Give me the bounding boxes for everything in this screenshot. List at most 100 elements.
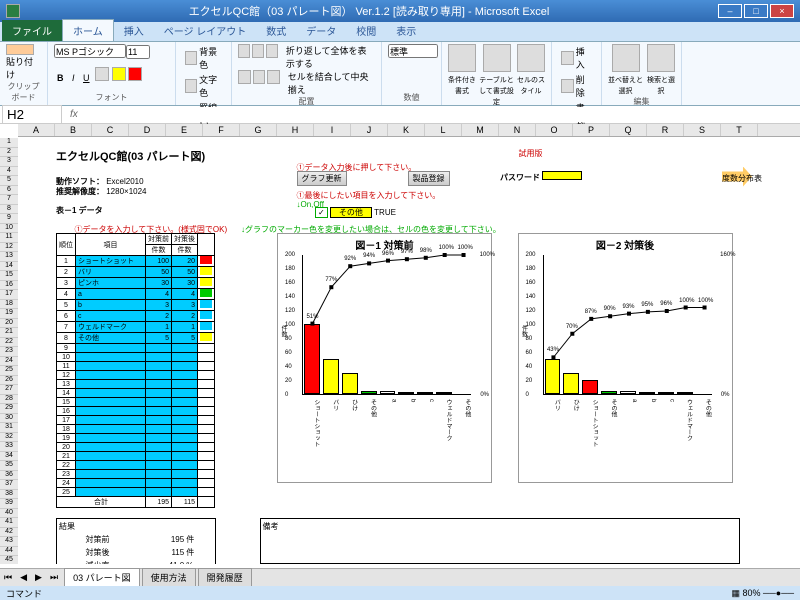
font-select[interactable] <box>54 44 126 58</box>
row-header[interactable]: 22 <box>0 338 18 348</box>
table-row[interactable]: 18 <box>57 425 215 434</box>
row-header[interactable]: 2 <box>0 148 18 158</box>
close-button[interactable]: × <box>770 4 794 18</box>
underline-button[interactable]: U <box>80 72 93 84</box>
italic-button[interactable]: I <box>69 72 78 84</box>
paste-icon[interactable] <box>6 44 34 55</box>
col-header[interactable]: C <box>92 124 129 136</box>
row-header[interactable]: 1 <box>0 138 18 148</box>
fontcolor-icon[interactable] <box>128 67 142 81</box>
row-header[interactable]: 16 <box>0 281 18 291</box>
col-header[interactable]: J <box>351 124 388 136</box>
row-header[interactable]: 20 <box>0 319 18 329</box>
condfmt-icon[interactable] <box>448 44 476 72</box>
col-header[interactable]: M <box>462 124 499 136</box>
fill-icon[interactable] <box>112 67 126 81</box>
zoom-slider[interactable]: ──●── <box>763 588 794 598</box>
table-row[interactable]: 1ショートショット10020 <box>57 256 215 267</box>
row-header[interactable]: 27 <box>0 385 18 395</box>
table-row[interactable]: 8その他55 <box>57 333 215 344</box>
tab-review[interactable]: 校閲 <box>346 20 386 41</box>
register-button[interactable]: 製品登録 <box>408 171 450 186</box>
sort-icon[interactable] <box>612 44 640 72</box>
row-header[interactable]: 42 <box>0 528 18 538</box>
sheet-tab-2[interactable]: 使用方法 <box>142 568 196 587</box>
row-header[interactable]: 29 <box>0 404 18 414</box>
col-header[interactable]: T <box>721 124 758 136</box>
tab-home[interactable]: ホーム <box>62 19 114 41</box>
row-header[interactable]: 6 <box>0 186 18 196</box>
tab-data[interactable]: データ <box>296 20 346 41</box>
table-row[interactable]: 19 <box>57 434 215 443</box>
align-tr-icon[interactable] <box>266 44 278 58</box>
align-br-icon[interactable] <box>267 70 280 84</box>
align-tl-icon[interactable] <box>238 44 250 58</box>
row-header[interactable]: 3 <box>0 157 18 167</box>
view-normal-icon[interactable]: ▦ <box>731 588 740 598</box>
fgcolor-button[interactable]: 文字色 <box>182 72 225 100</box>
table-row[interactable]: 25 <box>57 488 215 497</box>
table-row[interactable]: 4a44 <box>57 289 215 300</box>
col-header[interactable]: H <box>277 124 314 136</box>
tab-insert[interactable]: 挿入 <box>114 20 154 41</box>
name-box[interactable] <box>2 105 62 124</box>
table-row[interactable]: 21 <box>57 452 215 461</box>
row-header[interactable]: 38 <box>0 490 18 500</box>
cellstyle-icon[interactable] <box>517 44 545 72</box>
align-bl-icon[interactable] <box>238 70 251 84</box>
row-header[interactable]: 35 <box>0 461 18 471</box>
col-header[interactable]: Q <box>610 124 647 136</box>
row-header[interactable]: 30 <box>0 414 18 424</box>
pw-field[interactable] <box>542 171 582 180</box>
col-header[interactable]: L <box>425 124 462 136</box>
row-header[interactable]: 13 <box>0 252 18 262</box>
row-header[interactable]: 17 <box>0 290 18 300</box>
row-header[interactable]: 39 <box>0 499 18 509</box>
table-row[interactable]: 17 <box>57 416 215 425</box>
table-row[interactable]: 10 <box>57 353 215 362</box>
row-header[interactable]: 11 <box>0 233 18 243</box>
fx-icon[interactable]: fx <box>64 109 84 120</box>
row-header[interactable]: 37 <box>0 480 18 490</box>
bgcolor-button[interactable]: 背景色 <box>182 44 225 72</box>
sheet-nav-first[interactable]: ⏮ <box>0 572 16 583</box>
table-row[interactable]: 22 <box>57 461 215 470</box>
row-header[interactable]: 18 <box>0 300 18 310</box>
table-row[interactable]: 20 <box>57 443 215 452</box>
other-field[interactable]: その他 <box>330 207 372 218</box>
row-header[interactable]: 32 <box>0 433 18 443</box>
col-header[interactable]: R <box>647 124 684 136</box>
table-row[interactable]: 15 <box>57 398 215 407</box>
update-button[interactable]: グラフ更新 <box>297 171 347 186</box>
row-header[interactable]: 45 <box>0 556 18 564</box>
numfmt-select[interactable] <box>388 44 438 58</box>
sheet-nav-next[interactable]: ▶ <box>31 572 46 583</box>
table-row[interactable]: 7ウェルドマーク11 <box>57 322 215 333</box>
row-header[interactable]: 36 <box>0 471 18 481</box>
table-row[interactable]: 2バリ5050 <box>57 267 215 278</box>
col-header[interactable]: I <box>314 124 351 136</box>
row-header[interactable]: 21 <box>0 328 18 338</box>
tab-view[interactable]: 表示 <box>386 20 426 41</box>
table-row[interactable]: 6c22 <box>57 311 215 322</box>
row-header[interactable]: 43 <box>0 537 18 547</box>
row-header[interactable]: 24 <box>0 357 18 367</box>
border-icon[interactable] <box>95 67 109 81</box>
wrap-button[interactable]: 折り返して全体を表示する <box>286 44 375 70</box>
row-header[interactable]: 40 <box>0 509 18 519</box>
sheet-tab-3[interactable]: 開発履歴 <box>198 568 252 587</box>
row-header[interactable]: 14 <box>0 262 18 272</box>
sheet-nav-last[interactable]: ⏭ <box>46 572 62 583</box>
row-header[interactable]: 4 <box>0 167 18 177</box>
insert-button[interactable]: 挿入 <box>558 44 595 72</box>
col-header[interactable]: D <box>129 124 166 136</box>
col-header[interactable]: E <box>166 124 203 136</box>
table-row[interactable]: 16 <box>57 407 215 416</box>
row-header[interactable]: 9 <box>0 214 18 224</box>
col-header[interactable]: K <box>388 124 425 136</box>
table-row[interactable]: 23 <box>57 470 215 479</box>
col-header[interactable]: P <box>573 124 610 136</box>
align-bc-icon[interactable] <box>253 70 266 84</box>
col-header[interactable]: F <box>203 124 240 136</box>
row-header[interactable]: 31 <box>0 423 18 433</box>
